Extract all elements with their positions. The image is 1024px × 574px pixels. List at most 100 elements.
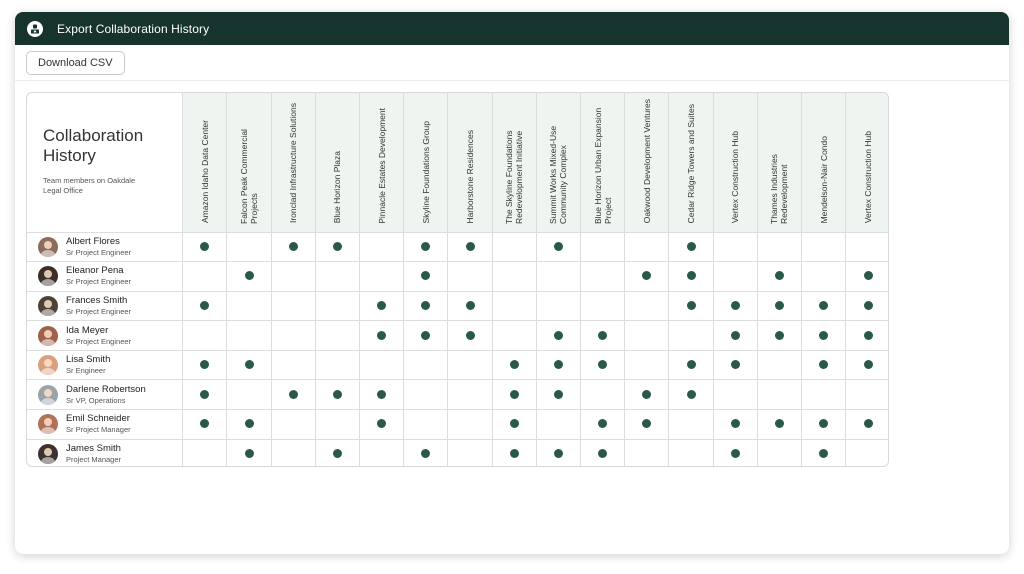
table-row: Lisa Smith Sr Engineer [27,349,888,381]
collaboration-dot-icon [288,389,298,399]
project-column-header: Skyline Foundations Group [403,93,449,233]
collaboration-cell [447,438,493,466]
collaboration-dot-icon [730,449,740,459]
collaboration-cell [447,290,493,322]
download-csv-button[interactable]: Download CSV [26,51,125,75]
collaboration-cell [535,232,582,263]
collaboration-cell [668,261,714,292]
collaboration-cell [359,320,405,351]
collaboration-cell [359,438,405,466]
project-column-header: Blue Horizon Urban Expansion Project [580,93,626,233]
collaboration-dot-icon [200,389,210,399]
collaboration-cell [845,379,888,411]
collaboration-dot-icon [686,241,696,251]
project-name: Vertex Construction Hub [863,131,874,224]
collaboration-cell [801,409,847,440]
collaboration-dot-icon [686,360,696,370]
collaboration-cell [535,409,582,440]
collaboration-cell [668,290,714,322]
member-cell: Eleanor Pena Sr Project Engineer [27,261,184,292]
collaboration-dot-icon [553,360,563,370]
collaboration-dot-icon [598,360,608,370]
table-row: Eleanor Pena Sr Project Engineer [27,261,888,292]
project-name: Blue Horizon Urban Expansion Project [592,107,613,224]
collaboration-dot-icon [200,360,210,370]
collaboration-dot-icon [553,389,563,399]
member-role: Sr Project Engineer [66,306,132,316]
member-role: Sr Project Engineer [66,336,132,346]
collaboration-cell [403,320,449,351]
project-column-header: Mendelson-Nair Condo [801,93,847,233]
collaboration-cell [491,320,537,351]
collaboration-dot-icon [421,300,431,310]
collaboration-dot-icon [244,419,254,429]
collaboration-cell [314,320,361,351]
collaboration-cell [712,409,758,440]
collaboration-cell [491,379,537,411]
collaboration-cell [845,438,888,466]
collaboration-cell [270,320,316,351]
project-column-header: Oakwood Development Ventures [624,93,670,233]
collaboration-cell [359,409,405,440]
collaboration-cell [447,409,493,440]
collaboration-dot-icon [332,389,342,399]
member-cell: Ida Meyer Sr Project Engineer [27,320,184,351]
member-name: Eleanor Pena [66,265,124,277]
member-name: Frances Smith [66,294,128,306]
member-name: Emil Schneider [66,413,130,425]
member-role: Sr Project Engineer [66,277,132,287]
collaboration-cell [491,409,537,440]
collaboration-cell [712,349,758,381]
collaboration-cell [712,379,758,411]
collaboration-dot-icon [377,389,387,399]
window-title: Export Collaboration History [57,21,210,36]
collaboration-dot-icon [686,300,696,310]
collaboration-cell [491,232,537,263]
collaboration-dot-icon [819,449,829,459]
project-column-header: Summit Works Mixed-Use Community Complex [535,93,582,233]
avatar [38,236,58,257]
collaboration-cell [226,232,272,263]
collaboration-cell [403,349,449,381]
collaboration-dot-icon [819,419,829,429]
member-name: Albert Flores [66,235,120,247]
collaboration-cell [668,379,714,411]
collaboration-cell [580,232,626,263]
collaboration-dot-icon [774,330,784,340]
project-name: Mendelson-Nair Condo [818,136,829,224]
collaboration-dot-icon [819,360,829,370]
collaboration-cell [801,379,847,411]
table-body: Albert Flores Sr Project Engineer Eleanor … [27,232,888,466]
collaboration-cell [314,349,361,381]
collaboration-dot-icon [774,271,784,281]
collaboration-cell [580,320,626,351]
collaboration-cell [182,409,228,440]
project-name: Thames Industries Redevelopment [769,153,790,224]
collaboration-cell [403,261,449,292]
collaboration-dot-icon [863,419,873,429]
collaboration-dot-icon [244,271,254,281]
panel-subtitle: Team members on Oakdale Legal Office [43,176,136,195]
collaboration-cell [756,409,803,440]
collaboration-cell [845,320,888,351]
collaboration-dot-icon [244,449,254,459]
project-name: Harborstone Residences [465,129,476,224]
collaboration-cell [270,409,316,440]
table-header-row: Collaboration History Team members on Oa… [27,93,888,233]
collaboration-dot-icon [642,271,652,281]
export-window: Export Collaboration History Download CS… [15,12,1009,554]
table-row: Emil Schneider Sr Project Manager [27,409,888,440]
collaboration-cell [756,379,803,411]
table-row: Darlene Robertson Sr VP, Operations [27,379,888,411]
avatar [38,355,58,376]
collaboration-dot-icon [730,300,740,310]
member-name: Ida Meyer [66,324,109,336]
collaboration-dot-icon [421,241,431,251]
member-role: Sr Project Engineer [66,247,132,257]
collaboration-table-card: Collaboration History Team members on Oa… [26,92,889,467]
collaboration-cell [712,261,758,292]
project-name: Summit Works Mixed-Use Community Complex [548,125,569,224]
collaboration-cell [580,349,626,381]
collaboration-cell [270,261,316,292]
collaboration-dot-icon [553,241,563,251]
